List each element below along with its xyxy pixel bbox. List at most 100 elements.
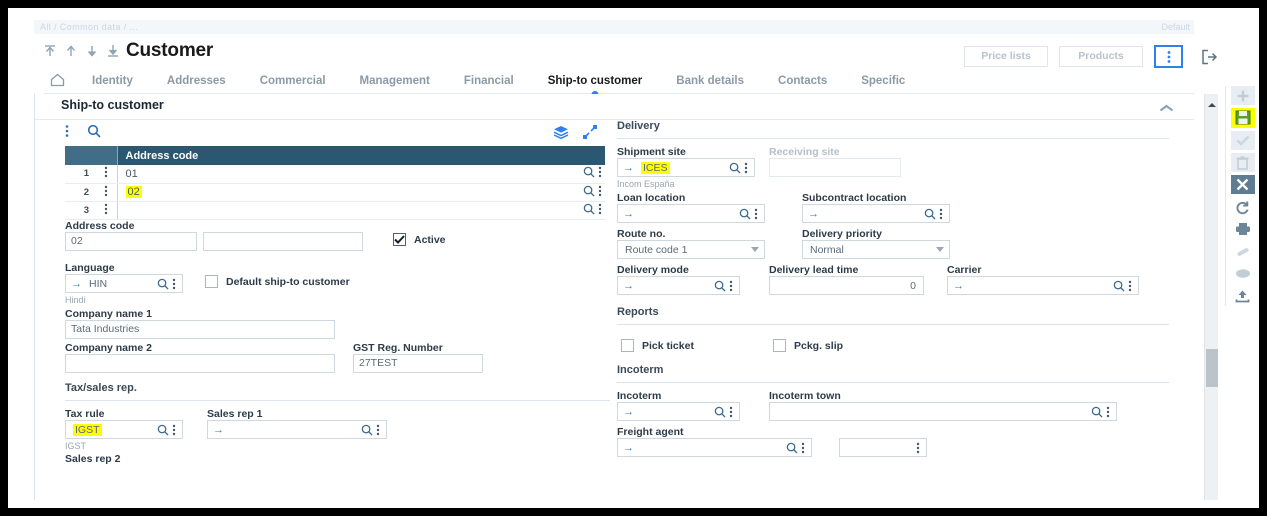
row-search-icon[interactable]	[583, 185, 595, 200]
freight-agent-search-icon[interactable]	[786, 442, 798, 454]
tax-rule-search-icon[interactable]	[157, 424, 169, 436]
default-shipto-checkbox-row[interactable]: Default ship-to customer	[205, 275, 350, 288]
loan-location-field[interactable]: →	[617, 204, 765, 223]
row-address-code[interactable]	[117, 201, 559, 220]
incoterm-goto-icon[interactable]: →	[621, 406, 637, 418]
logout-icon[interactable]	[1201, 49, 1218, 65]
tab-contacts[interactable]: Contacts	[761, 70, 844, 94]
shipment-site-field[interactable]: → ICES	[617, 158, 755, 177]
tab-bank-details[interactable]: Bank details	[659, 70, 761, 94]
export-icon[interactable]	[1231, 287, 1255, 306]
delivery-mode-field[interactable]: →	[617, 276, 740, 295]
scroll-up-icon[interactable]	[1207, 96, 1217, 114]
row-address-code[interactable]: 01	[117, 165, 559, 184]
pckg-slip-checkbox[interactable]	[773, 339, 786, 352]
loan-location-search-icon[interactable]	[739, 208, 751, 220]
subcontract-location-goto-icon[interactable]: →	[806, 208, 822, 220]
carrier-search-icon[interactable]	[1113, 280, 1125, 292]
products-button[interactable]: Products	[1059, 46, 1143, 67]
carrier-menu-icon[interactable]	[1125, 280, 1135, 292]
row-menu-icon[interactable]	[598, 185, 602, 200]
carrier-field[interactable]: →	[947, 276, 1139, 295]
incoterm-search-icon[interactable]	[714, 406, 726, 418]
language-goto-icon[interactable]: →	[69, 278, 85, 290]
freight-agent-field[interactable]: →	[617, 438, 812, 457]
price-lists-button[interactable]: Price lists	[964, 46, 1048, 67]
active-checkbox[interactable]	[393, 233, 406, 246]
refresh-icon[interactable]	[1231, 197, 1255, 216]
tax-rule-field[interactable]: IGST	[65, 420, 183, 439]
chevron-down-icon[interactable]	[936, 247, 944, 252]
tab-financial[interactable]: Financial	[447, 70, 531, 94]
route-no-select[interactable]: Route code 1	[617, 240, 765, 259]
default-shipto-checkbox[interactable]	[205, 275, 218, 288]
tab-home[interactable]	[44, 70, 75, 94]
tab-management[interactable]: Management	[343, 70, 447, 94]
delivery-priority-select[interactable]: Normal	[802, 240, 950, 259]
last-record-icon[interactable]	[107, 44, 119, 63]
address-code-input[interactable]: 02	[65, 232, 197, 251]
row-kebab-icon[interactable]	[95, 183, 118, 202]
subcontract-location-search-icon[interactable]	[924, 208, 936, 220]
freight-agent-menu-icon[interactable]	[798, 442, 808, 454]
tab-addresses[interactable]: Addresses	[150, 70, 243, 94]
freight-agent-goto-icon[interactable]: →	[621, 442, 637, 454]
tab-commercial[interactable]: Commercial	[243, 70, 343, 94]
row-kebab-icon[interactable]	[95, 201, 118, 220]
print-icon[interactable]	[1231, 220, 1255, 239]
shipment-site-search-icon[interactable]	[729, 162, 741, 174]
sales-rep-1-field[interactable]: →	[207, 420, 387, 439]
form-scrollbar[interactable]	[1204, 94, 1218, 500]
grid-kebab-icon[interactable]	[65, 124, 69, 143]
delivery-lead-time-input[interactable]: 0	[769, 276, 924, 295]
incoterm-town-search-icon[interactable]	[1091, 406, 1103, 418]
active-checkbox-row[interactable]: Active	[393, 233, 446, 246]
delivery-mode-menu-icon[interactable]	[726, 280, 736, 292]
layers-icon[interactable]	[553, 125, 569, 144]
table-row[interactable]: 2 02	[65, 183, 605, 202]
pckg-slip-checkbox-row[interactable]: Pckg. slip	[773, 339, 843, 352]
header-kebab-menu-button[interactable]	[1154, 45, 1183, 68]
row-search-icon[interactable]	[583, 203, 595, 218]
row-menu-icon[interactable]	[598, 167, 602, 181]
pick-ticket-checkbox[interactable]	[621, 339, 634, 352]
add-icon[interactable]	[1230, 86, 1255, 106]
loan-location-goto-icon[interactable]: →	[621, 208, 637, 220]
chevron-down-icon[interactable]	[751, 247, 759, 252]
next-record-icon[interactable]	[86, 44, 98, 63]
incoterm-town-field[interactable]	[769, 402, 1117, 421]
incoterm-menu-icon[interactable]	[726, 406, 736, 418]
save-icon[interactable]	[1230, 108, 1255, 128]
subcontract-location-field[interactable]: →	[802, 204, 950, 223]
sales-rep-1-search-icon[interactable]	[361, 424, 373, 436]
confirm-icon[interactable]	[1230, 130, 1255, 150]
sales-rep-1-goto-icon[interactable]: →	[211, 424, 227, 436]
grid-search-icon[interactable]	[87, 124, 101, 143]
table-row[interactable]: 3	[65, 201, 605, 220]
attach-icon[interactable]	[1231, 242, 1255, 261]
delivery-mode-search-icon[interactable]	[714, 280, 726, 292]
language-search-icon[interactable]	[157, 278, 169, 290]
receiving-site-input[interactable]	[769, 158, 901, 177]
row-kebab-icon[interactable]	[95, 165, 118, 184]
comment-icon[interactable]	[1231, 264, 1255, 283]
expand-icon[interactable]	[583, 125, 597, 144]
row-search-icon[interactable]	[583, 166, 595, 181]
delivery-mode-goto-icon[interactable]: →	[621, 280, 637, 292]
address-name-input[interactable]	[203, 232, 363, 251]
loan-location-menu-icon[interactable]	[751, 208, 761, 220]
carrier-goto-icon[interactable]: →	[951, 280, 967, 292]
language-field[interactable]: → HIN	[65, 274, 183, 293]
company-name-2-input[interactable]	[65, 354, 335, 373]
freight-agent-extra-field[interactable]	[839, 438, 927, 457]
pick-ticket-checkbox-row[interactable]: Pick ticket	[621, 339, 694, 352]
tab-specific[interactable]: Specific	[844, 70, 922, 94]
tab-ship-to-customer[interactable]: Ship-to customer	[531, 70, 660, 94]
freight-agent-extra-menu-icon[interactable]	[913, 442, 923, 454]
incoterm-town-menu-icon[interactable]	[1103, 406, 1113, 418]
gst-reg-number-input[interactable]: 27TEST	[353, 354, 483, 373]
shipment-site-goto-icon[interactable]: →	[621, 162, 637, 174]
tab-identity[interactable]: Identity	[75, 70, 150, 94]
row-menu-icon[interactable]	[598, 203, 602, 218]
language-menu-icon[interactable]	[169, 278, 179, 290]
